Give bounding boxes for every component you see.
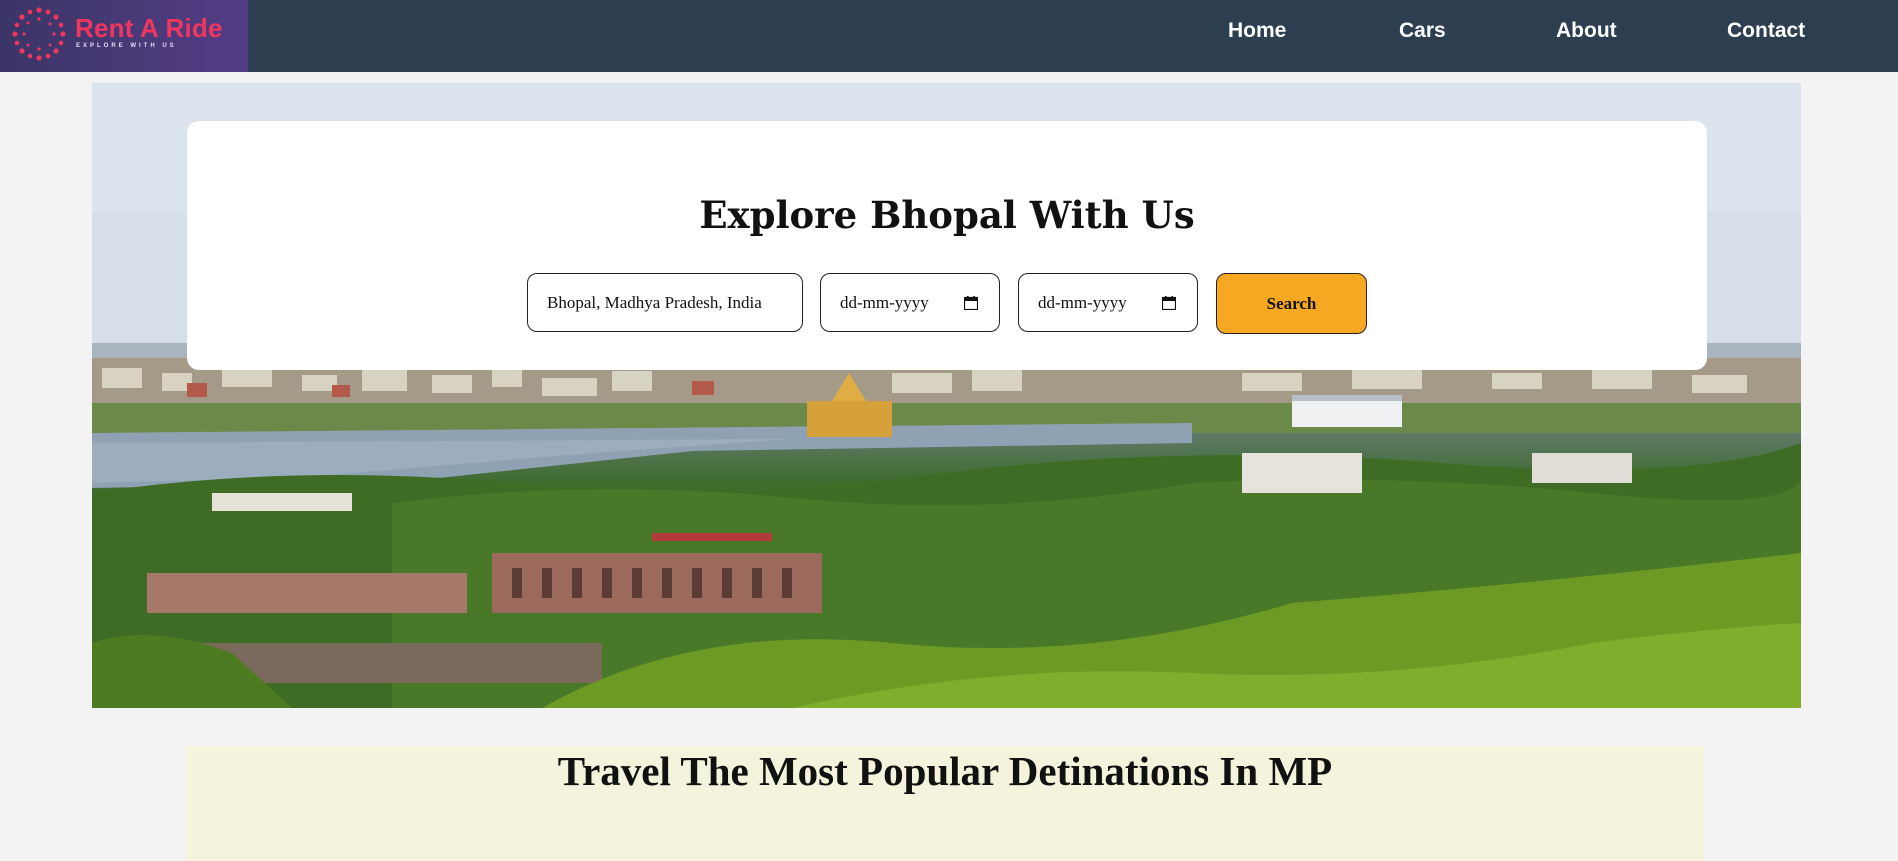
location-input[interactable]: Bhopal, Madhya Pradesh, India (527, 273, 803, 332)
nav-about-link[interactable]: About (1556, 19, 1617, 43)
nav-cars-link[interactable]: Cars (1399, 19, 1446, 43)
nav-home-link[interactable]: Home (1228, 19, 1286, 43)
logo-ring-icon (12, 7, 66, 61)
navbar: Rent A Ride EXPLORE WITH US Home Cars Ab… (0, 0, 1898, 72)
brand-tagline: EXPLORE WITH US (76, 43, 177, 49)
pickup-date-input[interactable]: dd-mm-yyyy (820, 273, 1000, 332)
calendar-icon[interactable] (1162, 296, 1176, 310)
calendar-icon[interactable] (964, 296, 978, 310)
pickup-date-placeholder: dd-mm-yyyy (840, 292, 929, 312)
return-date-input[interactable]: dd-mm-yyyy (1018, 273, 1198, 332)
return-date-placeholder: dd-mm-yyyy (1038, 292, 1127, 312)
nav-contact-link[interactable]: Contact (1727, 19, 1805, 43)
search-card: Explore Bhopal With Us Bhopal, Madhya Pr… (187, 121, 1707, 370)
popular-destinations-title: Travel The Most Popular Detinations In M… (557, 748, 1333, 794)
popular-destinations-section: Travel The Most Popular Detinations In M… (186, 746, 1704, 861)
search-title: Explore Bhopal With Us (699, 193, 1195, 237)
brand-name: Rent A Ride (75, 13, 223, 43)
search-button[interactable]: Search (1216, 273, 1367, 334)
logo[interactable]: Rent A Ride EXPLORE WITH US (0, 0, 248, 72)
